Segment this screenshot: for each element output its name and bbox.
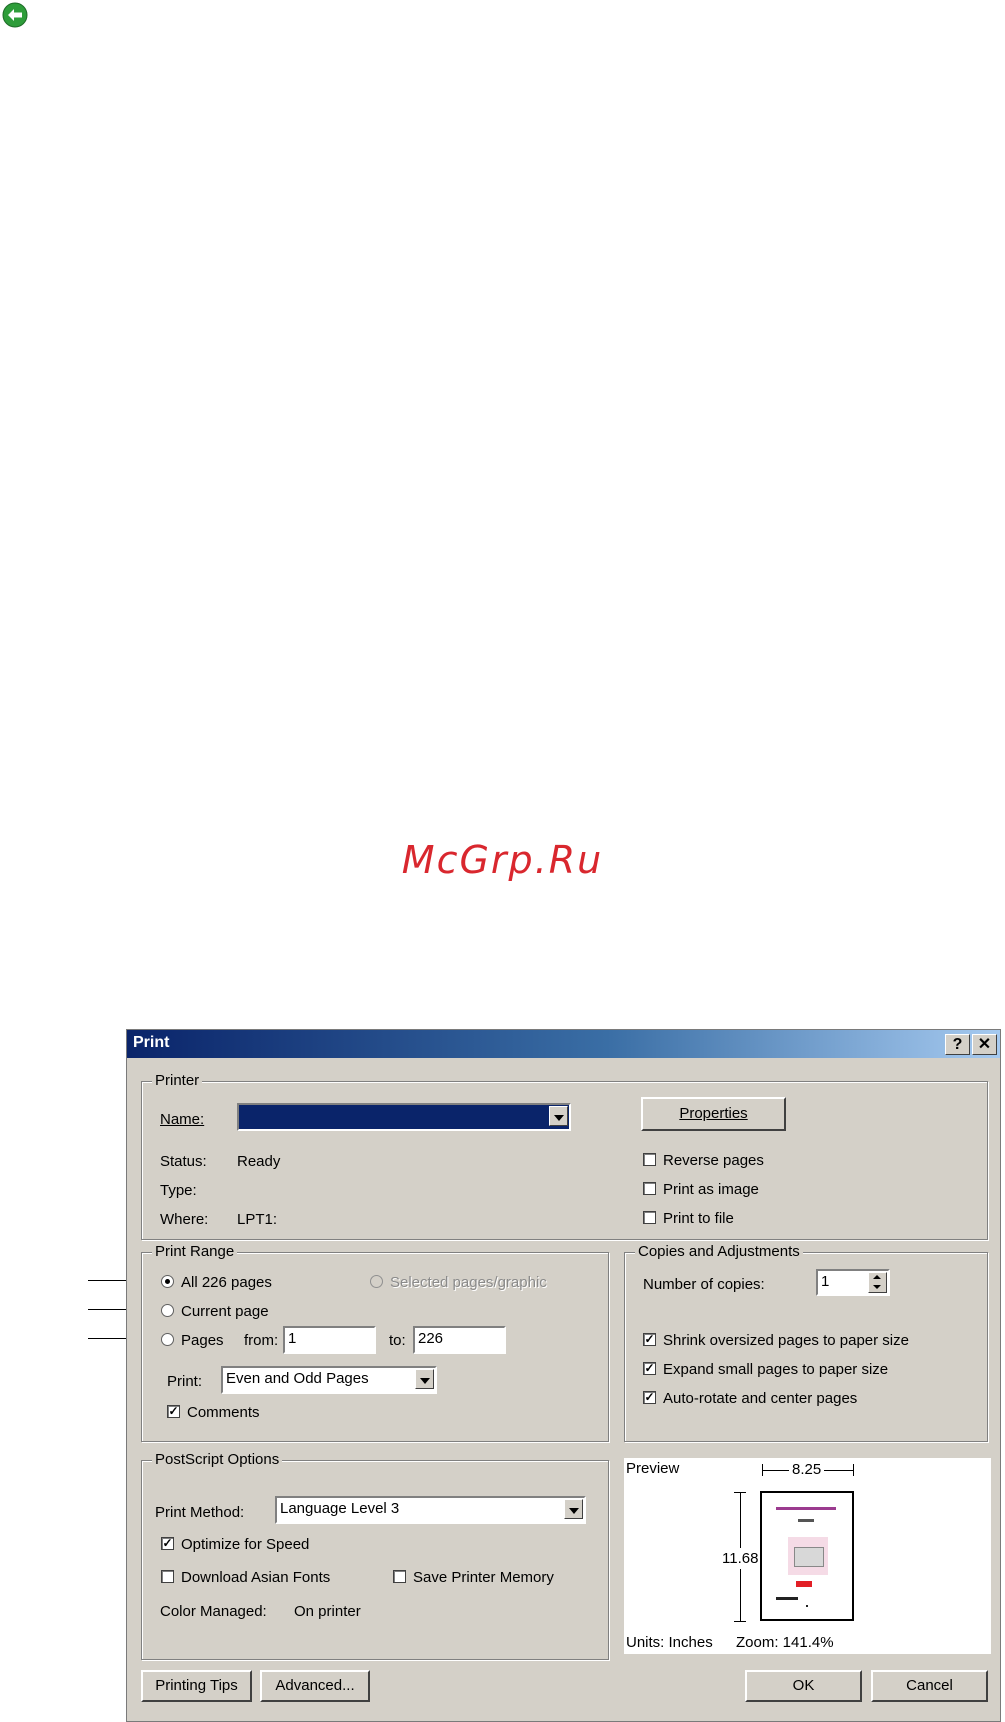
current-page-radio[interactable] bbox=[161, 1304, 174, 1317]
printer-image-icon bbox=[788, 1537, 828, 1575]
all-pages-label: All 226 pages bbox=[181, 1274, 272, 1291]
printing-tips-button[interactable]: Printing Tips bbox=[141, 1670, 252, 1702]
preview-height: 11.68 bbox=[722, 1548, 759, 1569]
thumbnail-red-mark bbox=[796, 1581, 812, 1587]
copies-value: 1 bbox=[821, 1273, 830, 1290]
status-value: Ready bbox=[237, 1153, 281, 1170]
current-page-label: Current page bbox=[181, 1303, 269, 1320]
watermark: McGrp.Ru bbox=[401, 838, 604, 882]
page-thumbnail bbox=[760, 1491, 854, 1621]
pages-label: Pages bbox=[181, 1332, 224, 1349]
print-subset-label: Print: bbox=[167, 1373, 203, 1390]
pages-radio[interactable] bbox=[161, 1333, 174, 1346]
download-fonts-checkbox[interactable] bbox=[161, 1570, 174, 1583]
printer-name-select[interactable] bbox=[237, 1103, 571, 1131]
up-arrow-icon[interactable] bbox=[873, 1275, 881, 1279]
save-memory-checkbox[interactable] bbox=[393, 1570, 406, 1583]
where-value: LPT1: bbox=[237, 1211, 278, 1228]
from-label: from: bbox=[244, 1332, 279, 1349]
to-label: to: bbox=[389, 1332, 406, 1349]
reverse-pages-label: Reverse pages bbox=[663, 1152, 764, 1169]
properties-label: Properties bbox=[679, 1105, 748, 1122]
help-button[interactable]: ? bbox=[945, 1034, 970, 1055]
down-arrow-icon[interactable] bbox=[873, 1285, 881, 1289]
print-subset-value: Even and Odd Pages bbox=[226, 1370, 369, 1387]
width-dimension-tick bbox=[853, 1464, 854, 1476]
printer-group-label: Printer bbox=[152, 1072, 203, 1089]
status-label: Status: bbox=[160, 1153, 207, 1170]
postscript-group: PostScript Options bbox=[141, 1451, 609, 1660]
copies-stepper[interactable] bbox=[868, 1272, 887, 1293]
expand-label: Expand small pages to paper size bbox=[663, 1361, 889, 1378]
autorotate-label: Auto-rotate and center pages bbox=[663, 1390, 858, 1407]
copies-group-label: Copies and Adjustments bbox=[635, 1243, 803, 1260]
postscript-group-label: PostScript Options bbox=[152, 1451, 283, 1468]
thumbnail-title-line bbox=[776, 1507, 836, 1510]
height-dimension-tick bbox=[734, 1621, 746, 1622]
preview-units: Units: Inches bbox=[626, 1634, 713, 1651]
chevron-down-icon[interactable] bbox=[549, 1106, 568, 1126]
from-page-input[interactable]: 1 bbox=[283, 1326, 376, 1354]
color-managed-value: On printer bbox=[294, 1603, 361, 1620]
save-memory-label: Save Printer Memory bbox=[413, 1569, 554, 1586]
height-dimension-tick bbox=[734, 1492, 746, 1493]
print-to-file-checkbox[interactable] bbox=[643, 1211, 656, 1224]
copies-input[interactable]: 1 bbox=[816, 1269, 890, 1296]
ok-button[interactable]: OK bbox=[745, 1670, 862, 1702]
autorotate-checkbox[interactable]: ✓ bbox=[643, 1391, 656, 1404]
print-to-file-label: Print to file bbox=[663, 1210, 734, 1227]
preview-panel: Preview 8.25 11.68 Units: Inches Zoom: 1… bbox=[624, 1458, 991, 1654]
optimize-checkbox[interactable]: ✓ bbox=[161, 1537, 174, 1550]
type-label: Type: bbox=[160, 1182, 197, 1199]
comments-label: Comments bbox=[187, 1404, 260, 1421]
print-as-image-label: Print as image bbox=[663, 1181, 759, 1198]
copies-label: Number of copies: bbox=[643, 1276, 765, 1293]
print-method-label: Print Method: bbox=[155, 1504, 245, 1521]
selected-pages-radio[interactable] bbox=[370, 1275, 383, 1288]
print-method-value: Language Level 3 bbox=[280, 1500, 400, 1517]
preview-width: 8.25 bbox=[789, 1461, 825, 1478]
expand-checkbox[interactable]: ✓ bbox=[643, 1362, 656, 1375]
chevron-down-icon[interactable] bbox=[415, 1369, 434, 1389]
close-button[interactable]: ✕ bbox=[972, 1034, 997, 1055]
properties-button[interactable]: Properties bbox=[641, 1097, 786, 1131]
print-range-group-label: Print Range bbox=[152, 1243, 238, 1260]
comments-checkbox[interactable]: ✓ bbox=[167, 1405, 180, 1418]
cancel-button[interactable]: Cancel bbox=[871, 1670, 988, 1702]
advanced-button[interactable]: Advanced... bbox=[260, 1670, 370, 1702]
color-managed-label: Color Managed: bbox=[160, 1603, 267, 1620]
download-fonts-label: Download Asian Fonts bbox=[181, 1569, 331, 1586]
print-as-image-checkbox[interactable] bbox=[643, 1182, 656, 1195]
shrink-checkbox[interactable]: ✓ bbox=[643, 1333, 656, 1346]
preview-label: Preview bbox=[626, 1460, 680, 1477]
selected-pages-label: Selected pages/graphic bbox=[390, 1274, 547, 1291]
chevron-down-icon[interactable] bbox=[564, 1499, 583, 1519]
thumbnail-footer-line bbox=[776, 1597, 798, 1600]
thumbnail-dot bbox=[806, 1605, 808, 1607]
thumbnail-subtitle-line bbox=[798, 1519, 814, 1522]
width-dimension-tick bbox=[762, 1464, 763, 1476]
print-method-select[interactable]: Language Level 3 bbox=[275, 1496, 586, 1524]
preview-zoom: Zoom: 141.4% bbox=[736, 1634, 834, 1651]
dialog-title: Print bbox=[133, 1034, 170, 1051]
shrink-label: Shrink oversized pages to paper size bbox=[663, 1332, 909, 1349]
optimize-label: Optimize for Speed bbox=[181, 1536, 310, 1553]
all-pages-radio[interactable] bbox=[161, 1275, 174, 1288]
to-page-input[interactable]: 226 bbox=[413, 1326, 506, 1354]
reverse-pages-checkbox[interactable] bbox=[643, 1153, 656, 1166]
print-subset-select[interactable]: Even and Odd Pages bbox=[221, 1366, 437, 1394]
name-label: Name: bbox=[160, 1111, 205, 1128]
back-arrow-icon[interactable] bbox=[2, 2, 28, 28]
where-label: Where: bbox=[160, 1211, 209, 1228]
title-bar: Print ? ✕ bbox=[127, 1030, 1000, 1058]
